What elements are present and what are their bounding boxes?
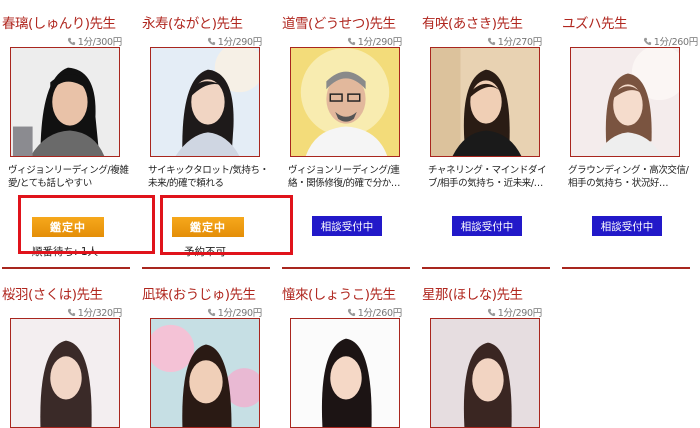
advisor-photo[interactable] [150, 318, 260, 428]
price: 1分/270円 [487, 34, 542, 48]
advisor-description: ヴィジョンリーディング/連絡・関係修復/的確で分か… [288, 165, 401, 189]
advisor-photo[interactable] [290, 47, 400, 157]
advisor-photo[interactable] [430, 47, 540, 157]
advisor-photo[interactable] [290, 318, 400, 428]
advisor-card[interactable]: 星那(ほしな)先生 1分/290円 [420, 283, 550, 428]
price: 1分/260円 [643, 34, 698, 48]
advisor-photo[interactable] [570, 47, 680, 157]
card-divider [2, 267, 130, 269]
advisor-name[interactable]: ユズハ先生 [562, 12, 628, 32]
advisor-card[interactable]: 有咲(あさき)先生 1分/270円 チャネリング・マインドダイブ/相手の気持ち・… [420, 12, 550, 272]
phone-icon [347, 308, 356, 317]
card-divider [422, 267, 550, 269]
consult-available-button[interactable]: 相談受付中 [452, 216, 522, 236]
advisor-card[interactable]: 凪珠(おうじゅ)先生 1分/290円 [140, 283, 270, 428]
price: 1分/300円 [67, 34, 122, 48]
advisor-name[interactable]: 道雪(どうせつ)先生 [282, 12, 396, 32]
advisor-card[interactable]: ユズハ先生 1分/260円 グラウンディング・高次交信/相手の気持ち・状況好… … [560, 12, 698, 272]
price: 1分/290円 [347, 34, 402, 48]
phone-icon [347, 37, 356, 46]
price: 1分/290円 [487, 305, 542, 319]
advisor-name[interactable]: 桜羽(さくは)先生 [2, 283, 103, 303]
phone-icon [67, 308, 76, 317]
advisor-name[interactable]: 星那(ほしな)先生 [422, 283, 523, 303]
advisor-photo[interactable] [10, 47, 120, 157]
phone-icon [207, 37, 216, 46]
price: 1分/320円 [67, 305, 122, 319]
card-divider [562, 267, 690, 269]
phone-icon [67, 37, 76, 46]
card-divider [142, 267, 270, 269]
price: 1分/290円 [207, 34, 262, 48]
advisor-card[interactable]: 桜羽(さくは)先生 1分/320円 [0, 283, 130, 428]
advisor-description: グラウンディング・高次交信/相手の気持ち・状況好… [568, 165, 689, 189]
highlight-box [18, 195, 155, 254]
advisor-description: チャネリング・マインドダイブ/相手の気持ち・近未来/… [428, 165, 547, 189]
advisor-card[interactable]: 憧來(しょうこ)先生 1分/260円 [280, 283, 410, 428]
price: 1分/290円 [207, 305, 262, 319]
advisor-name[interactable]: 有咲(あさき)先生 [422, 12, 523, 32]
phone-icon [487, 308, 496, 317]
phone-icon [207, 308, 216, 317]
consult-available-button[interactable]: 相談受付中 [592, 216, 662, 236]
price: 1分/260円 [347, 305, 402, 319]
advisor-photo[interactable] [10, 318, 120, 428]
consult-available-button[interactable]: 相談受付中 [312, 216, 382, 236]
advisor-name[interactable]: 憧來(しょうこ)先生 [282, 283, 396, 303]
advisor-photo[interactable] [150, 47, 260, 157]
card-divider [282, 267, 410, 269]
advisor-name[interactable]: 凪珠(おうじゅ)先生 [142, 283, 256, 303]
highlight-box [160, 195, 293, 255]
advisor-description: サイキックタロット/気持ち・未来/的確で頼れる [148, 165, 269, 189]
phone-icon [487, 37, 496, 46]
advisor-photo[interactable] [430, 318, 540, 428]
advisor-name[interactable]: 春璃(しゅんり)先生 [2, 12, 116, 32]
advisor-name[interactable]: 永寿(ながと)先生 [142, 12, 243, 32]
phone-icon [643, 37, 652, 46]
advisor-card[interactable]: 道雪(どうせつ)先生 1分/290円 ヴィジョンリーディング/連絡・関係修復/的… [280, 12, 410, 272]
advisor-description: ヴィジョンリーディング/複雑愛/とても話しやすい [8, 165, 129, 189]
